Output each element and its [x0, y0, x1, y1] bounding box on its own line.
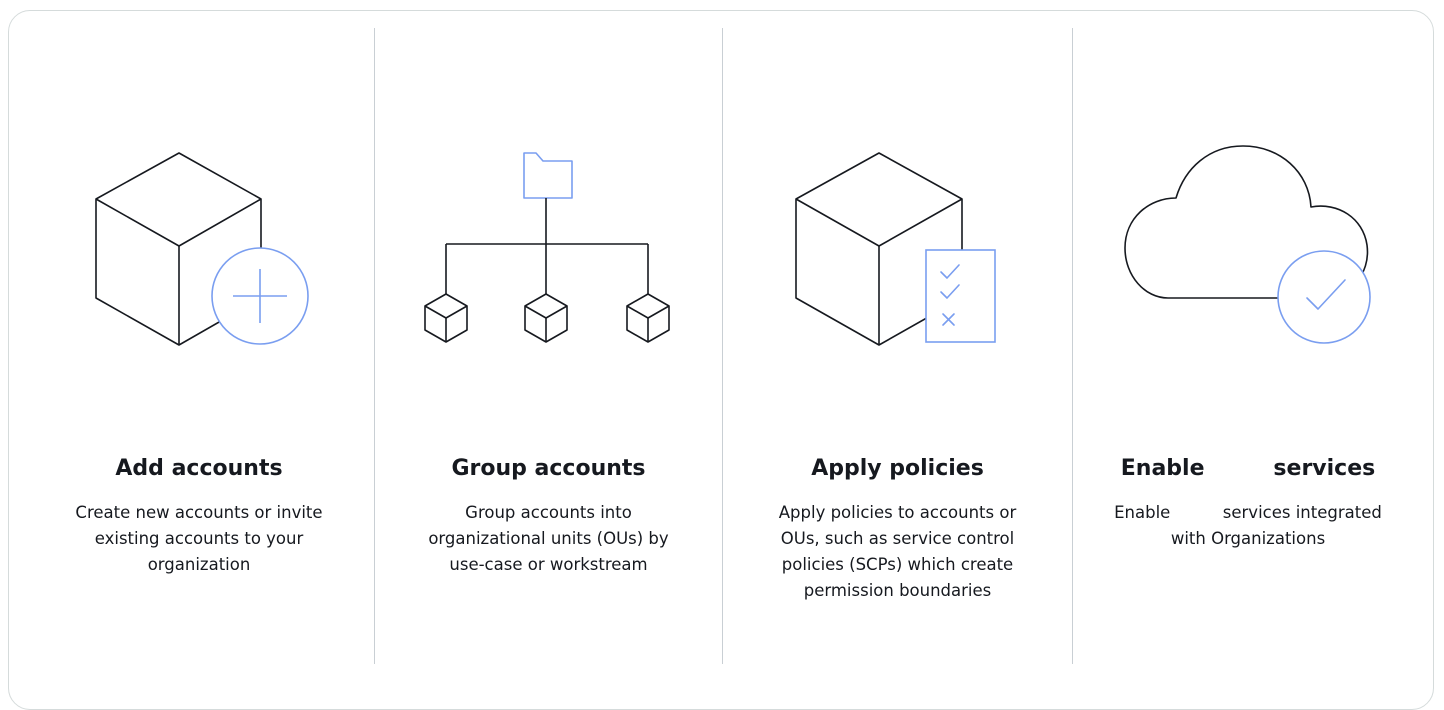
feature-group-accounts: Group accounts Group accounts into organ… — [375, 0, 722, 673]
feature-title: Add accounts — [115, 456, 283, 481]
org-tree-icon — [424, 152, 670, 343]
feature-description: Group accounts into organizational units… — [428, 503, 669, 574]
cloud-check-icon — [1124, 145, 1371, 344]
feature-add-accounts: Add accounts Create new accounts or invi… — [24, 0, 374, 673]
cube-checklist-icon — [795, 152, 996, 346]
feature-description: Enable services integrated with Organiza… — [1114, 503, 1382, 548]
feature-description: Create new accounts or invite existing a… — [75, 503, 323, 574]
feature-apply-policies: Apply policies Apply policies to account… — [723, 0, 1072, 673]
feature-description: Apply policies to accounts or OUs, such … — [778, 503, 1017, 600]
feature-title: Group accounts — [451, 456, 646, 481]
feature-title: Enable services — [1120, 456, 1376, 481]
feature-title: Apply policies — [811, 456, 984, 481]
feature-enable-services: Enable services Enable services integrat… — [1073, 0, 1423, 673]
cube-plus-icon — [95, 152, 309, 346]
